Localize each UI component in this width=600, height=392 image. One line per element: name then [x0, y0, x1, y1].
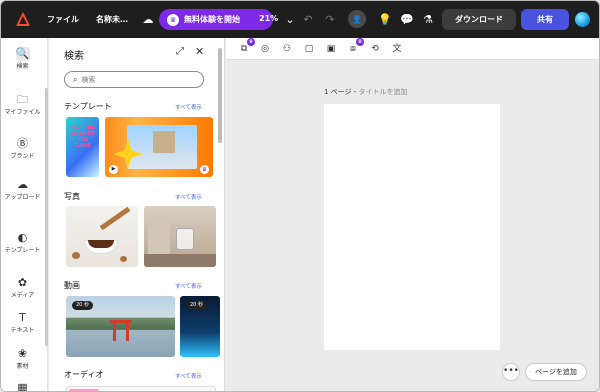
redo-icon[interactable]: ↷: [322, 11, 338, 27]
photo-thumbnail[interactable]: [66, 206, 138, 267]
template-card[interactable]: FOR THE LOVE OF THE GAME: [66, 117, 99, 177]
template-card[interactable]: ▶ ♛: [105, 117, 213, 177]
start-trial-button[interactable]: ♛ 無料体験を開始: [159, 9, 273, 30]
zoom-level[interactable]: 21%: [259, 14, 278, 23]
play-icon[interactable]: ▶: [109, 165, 118, 174]
sidebar-scrollbar[interactable]: [45, 88, 48, 346]
design-name[interactable]: 名称未…: [96, 14, 128, 25]
more-options-button[interactable]: •••: [502, 363, 520, 381]
sidebar-item-label: 検索: [16, 63, 29, 70]
elements-icon: ❀: [17, 347, 28, 360]
border-icon[interactable]: ▢: [303, 43, 315, 55]
app-window: ファイル 名称未… ☁ ♛ 無料体験を開始 21% ⌄ ↶ ↷ 👤 💡 💬 ⚗ …: [0, 0, 600, 392]
sidebar-item-templates[interactable]: ◐ テンプレート: [1, 231, 44, 255]
close-icon[interactable]: ✕: [195, 45, 204, 58]
templates-see-all-link[interactable]: すべて表示: [175, 103, 202, 111]
search-input[interactable]: ⌕: [64, 71, 204, 88]
grid-icon: ▦: [17, 381, 28, 392]
color-palette-icon[interactable]: ◎: [259, 43, 271, 55]
videos-see-all-link[interactable]: すべて表示: [175, 282, 202, 290]
videos-section-title: 動画: [64, 281, 80, 290]
sidebar-item-label: テキスト: [10, 327, 35, 334]
audio-section-title: オーディオ: [64, 370, 104, 379]
add-user-icon[interactable]: 👤: [348, 10, 366, 28]
editor-toolbar: ⧉ ♛ ◎ ⚇ ▢ ▣ ⧈ ♛ ⟲ 文: [226, 38, 599, 60]
cloud-sync-icon[interactable]: ☁: [140, 11, 156, 27]
sidebar-item-text[interactable]: T テキスト: [1, 311, 44, 335]
page-number: 1 ページ -: [324, 88, 359, 96]
sidebar-item-elements[interactable]: ❀ 素材: [1, 347, 44, 371]
sidebar-item-more[interactable]: ▦: [1, 381, 44, 392]
photo-thumbnail[interactable]: [144, 206, 216, 267]
photos-section-title: 写真: [64, 192, 80, 201]
file-menu[interactable]: ファイル: [47, 14, 79, 25]
text-icon: T: [19, 311, 26, 324]
search-panel: 検索 ⤢ ✕ ⌕ テンプレート すべて表示 FOR THE LOVE OF TH…: [49, 38, 225, 391]
crown-icon: ♛: [247, 38, 255, 46]
transparency-icon[interactable]: ▣: [325, 43, 337, 55]
sidebar-item-label: マイファイル: [4, 109, 41, 116]
crown-icon: ♛: [356, 38, 364, 46]
sidebar-rail: 🔍 検索 🗀 マイファイル Ⓑ ブランド ☁ アップロード ◐ テンプレート ✿…: [1, 38, 48, 392]
media-icon: ✿: [17, 276, 28, 289]
duration-badge: 20 秒: [72, 301, 93, 310]
template-card-text: FOR THE LOVE OF THE GAME: [70, 125, 96, 149]
sidebar-item-brand[interactable]: Ⓑ ブランド: [1, 137, 44, 161]
sidebar-item-label: メディア: [10, 292, 35, 299]
audio-see-all-link[interactable]: すべて表示: [175, 372, 202, 380]
page-title-input[interactable]: タイトルを追加: [359, 88, 408, 96]
sidebar-item-label: アップロード: [4, 194, 41, 201]
crown-icon: ♛: [167, 13, 179, 26]
sidebar-item-search[interactable]: 🔍 検索: [1, 47, 44, 71]
sidebar-item-media[interactable]: ✿ メディア: [1, 276, 44, 300]
search-icon: ⌕: [73, 74, 78, 84]
duration-badge: 20 秒: [186, 301, 207, 310]
start-trial-label: 無料体験を開始: [184, 15, 240, 24]
template-icon: ◐: [17, 231, 28, 244]
crown-icon: ♛: [200, 165, 209, 174]
sidebar-item-my-files[interactable]: 🗀 マイファイル: [1, 93, 44, 117]
page-label: 1 ページ - タイトルを追加: [324, 87, 408, 97]
brand-icon: Ⓑ: [17, 137, 28, 150]
search-field[interactable]: [81, 75, 192, 84]
canvas-area: 1 ページ - タイトルを追加 ••• ページを追加: [226, 60, 599, 391]
position-icon[interactable]: ⚇: [281, 43, 293, 55]
video-thumbnail[interactable]: 20 秒: [180, 296, 220, 357]
sidebar-item-upload[interactable]: ☁ アップロード: [1, 178, 44, 202]
effects-icon[interactable]: ⧈ ♛: [347, 38, 364, 55]
audio-item[interactable]: [66, 386, 216, 391]
top-bar: ファイル 名称未… ☁ ♛ 無料体験を開始 21% ⌄ ↶ ↷ 👤 💡 💬 ⚗ …: [1, 1, 599, 38]
chevron-down-icon[interactable]: ⌄: [282, 11, 298, 27]
animate-icon[interactable]: ⧉ ♛: [238, 38, 255, 55]
flask-icon[interactable]: ⚗: [420, 11, 436, 27]
sidebar-item-label: テンプレート: [4, 247, 41, 254]
resize-icon[interactable]: ⟲: [369, 43, 381, 55]
comment-icon[interactable]: 💬: [399, 11, 415, 27]
add-page-button[interactable]: ページを追加: [525, 363, 587, 381]
download-button[interactable]: ダウンロード: [442, 9, 516, 30]
sidebar-item-label: 素材: [16, 363, 29, 370]
translate-icon[interactable]: 文: [391, 43, 403, 55]
photos-see-all-link[interactable]: すべて表示: [175, 193, 202, 201]
lightbulb-icon[interactable]: 💡: [377, 11, 393, 27]
templates-section-title: テンプレート: [64, 102, 112, 111]
app-logo-icon[interactable]: [16, 12, 30, 26]
expand-icon[interactable]: ⤢: [176, 46, 184, 57]
folder-icon: 🗀: [17, 93, 28, 106]
undo-icon[interactable]: ↶: [300, 11, 316, 27]
panel-scrollbar[interactable]: [218, 48, 222, 143]
search-icon: 🔍: [15, 47, 30, 61]
panel-title: 検索: [64, 51, 84, 62]
video-thumbnail[interactable]: 20 秒: [66, 296, 175, 357]
share-button[interactable]: 共有: [521, 9, 569, 30]
upload-icon: ☁: [17, 178, 28, 191]
sidebar-item-label: ブランド: [10, 153, 35, 160]
avatar[interactable]: [575, 12, 590, 27]
design-page[interactable]: [324, 104, 500, 350]
